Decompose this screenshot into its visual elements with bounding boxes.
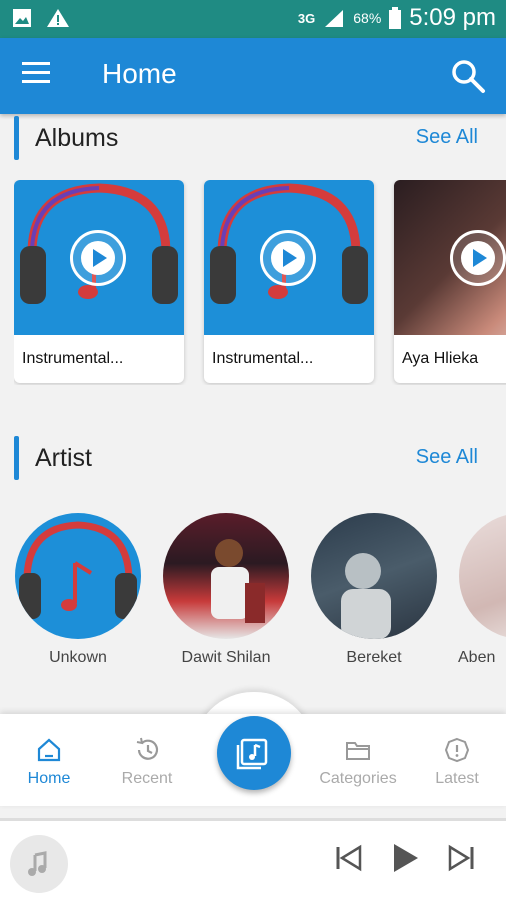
album-art-photo: [394, 180, 506, 335]
album-card[interactable]: Instrumental...: [204, 180, 374, 383]
album-art: [14, 180, 184, 335]
headphones-music-icon: [19, 521, 137, 619]
search-button[interactable]: [450, 58, 486, 94]
next-button[interactable]: [444, 841, 478, 875]
artist-item[interactable]: Bereket: [310, 513, 438, 667]
artists-list: Unkown Dawit Shilan Bereket Aben: [14, 513, 506, 678]
avatar: [163, 513, 289, 639]
music-note-icon: [28, 851, 47, 876]
nav-label: Recent: [121, 770, 173, 787]
albums-list: Instrumental... Instrumental... Aya Hlie…: [14, 180, 506, 385]
app-bar: Home: [0, 38, 506, 114]
previous-button[interactable]: [332, 841, 366, 875]
mini-player: [0, 818, 506, 900]
history-icon: [136, 737, 159, 760]
play-overlay[interactable]: [70, 230, 126, 286]
play-overlay[interactable]: [450, 230, 506, 286]
album-name: Aya Hlieka: [402, 350, 479, 367]
play-icon: [271, 241, 305, 275]
nav-item-recent[interactable]: Recent: [102, 736, 192, 788]
nav-item-latest[interactable]: Latest: [412, 736, 502, 788]
artist-name: Unkown: [49, 649, 107, 666]
artist-title: Artist: [35, 444, 92, 472]
music-library-icon: [236, 738, 268, 770]
artist-item[interactable]: Dawit Shilan: [162, 513, 290, 667]
avatar: [311, 513, 437, 639]
album-card[interactable]: Aya Hlieka: [394, 180, 506, 383]
home-icon: [37, 738, 61, 762]
album-name: Instrumental...: [212, 350, 314, 367]
signal-icon: [325, 10, 344, 27]
artist-name: Dawit Shilan: [181, 649, 271, 666]
play-icon: [461, 241, 495, 275]
albums-header: Albums See All: [14, 116, 494, 160]
artist-see-all-button[interactable]: See All: [416, 446, 478, 469]
nav-label: Latest: [435, 770, 479, 787]
album-card[interactable]: Instrumental...: [14, 180, 184, 383]
play-overlay[interactable]: [260, 230, 316, 286]
previous-icon: [336, 844, 362, 872]
music-library-button[interactable]: [217, 716, 291, 790]
page-title: Home: [102, 58, 177, 89]
artist-photo: [341, 553, 391, 639]
play-icon: [81, 241, 115, 275]
artist-item[interactable]: Aben: [458, 513, 506, 667]
section-accent-bar: [14, 116, 19, 160]
player-artwork[interactable]: [10, 835, 68, 893]
status-bar: 3G 68% 5:09 pm: [0, 0, 506, 38]
avatar: [15, 513, 141, 639]
menu-button[interactable]: [22, 62, 56, 90]
play-icon: [394, 844, 418, 872]
image-icon: [13, 9, 31, 27]
nav-label: Categories: [319, 770, 397, 787]
battery-icon: [389, 7, 402, 29]
menu-icon: [22, 62, 50, 65]
folder-icon: [346, 742, 370, 760]
search-icon: [452, 60, 485, 93]
network-type: 3G: [297, 10, 316, 26]
artist-header: Artist See All: [14, 436, 494, 480]
album-art: [204, 180, 374, 335]
artist-name: Aben: [458, 649, 496, 666]
nav-item-home[interactable]: Home: [4, 736, 94, 788]
section-accent-bar: [14, 436, 19, 480]
albums-title: Albums: [35, 124, 119, 152]
warning-icon: [47, 9, 69, 27]
avatar: [459, 513, 506, 639]
play-button[interactable]: [388, 841, 422, 875]
nav-label: Home: [27, 770, 71, 787]
albums-see-all-button[interactable]: See All: [416, 126, 478, 149]
nav-item-categories[interactable]: Categories: [308, 736, 408, 788]
artist-item[interactable]: Unkown: [14, 513, 142, 667]
album-name: Instrumental...: [22, 350, 124, 367]
alert-icon: [444, 737, 470, 763]
next-icon: [448, 844, 474, 872]
artist-name: Bereket: [346, 649, 402, 666]
clock: 5:09 pm: [409, 4, 496, 31]
artist-photo: [211, 539, 265, 623]
battery-level: 68%: [353, 10, 382, 26]
